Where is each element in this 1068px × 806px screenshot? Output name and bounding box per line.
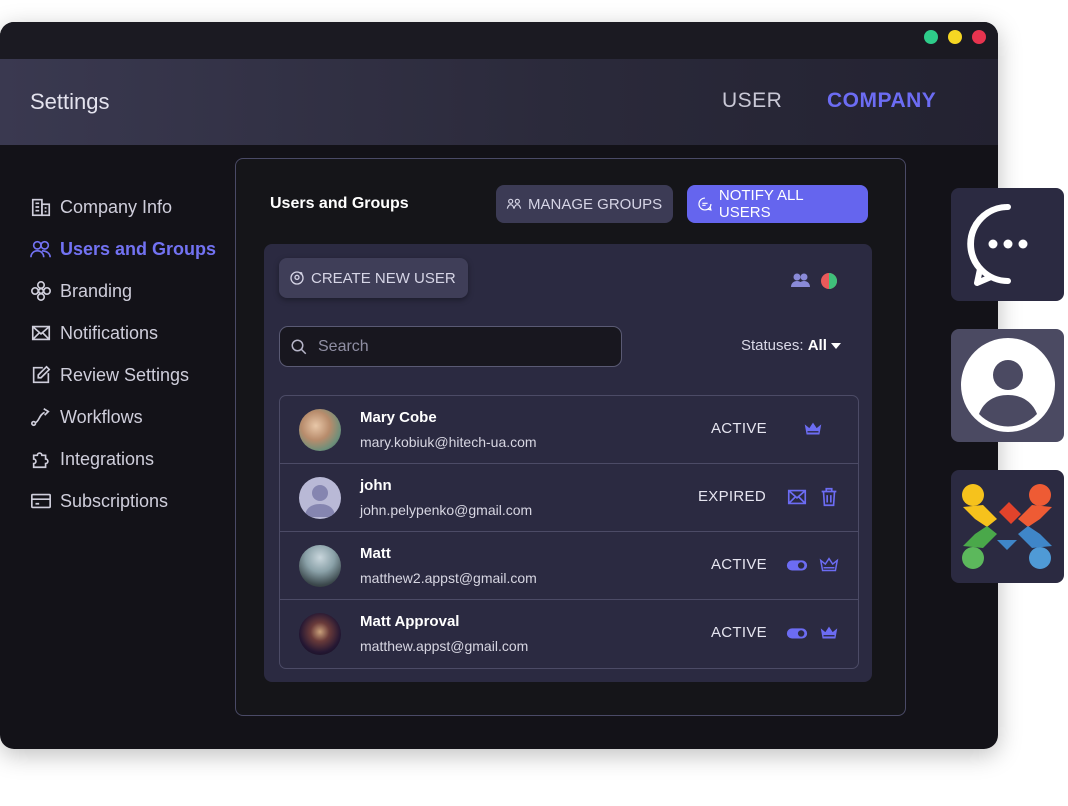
users-card: CREATE NEW USER Statuses: All: [264, 244, 872, 682]
status-badge: ACTIVE: [711, 556, 767, 573]
app-window: Settings USER COMPANY Company Info Users…: [0, 22, 998, 749]
workflow-icon: [31, 408, 50, 427]
puzzle-icon: [32, 452, 49, 469]
crown-icon[interactable]: [818, 622, 840, 644]
search-box[interactable]: [279, 326, 622, 367]
statuses-label: Statuses:: [741, 337, 804, 354]
sidebar-item-integrations[interactable]: Integrations: [30, 438, 216, 480]
panel-title: Users and Groups: [270, 195, 409, 212]
group-icon: [506, 198, 522, 209]
sidebar: Company Info Users and Groups Branding N…: [30, 186, 216, 522]
avatar: [299, 613, 341, 655]
notify-all-label: NOTIFY ALL USERS: [718, 187, 804, 221]
sidebar-item-company-info[interactable]: Company Info: [30, 186, 216, 228]
crown-outline-icon[interactable]: [818, 554, 840, 576]
search-input[interactable]: [316, 336, 610, 357]
page-title: Settings: [30, 89, 110, 114]
team-puzzle-icon: [962, 484, 1052, 569]
tab-user[interactable]: USER: [722, 89, 782, 113]
avatar: [299, 409, 341, 451]
notify-all-users-button[interactable]: NOTIFY ALL USERS: [687, 185, 868, 223]
sidebar-item-notifications[interactable]: Notifications: [30, 312, 216, 354]
tab-company[interactable]: COMPANY: [827, 89, 936, 113]
flower-icon: [31, 281, 51, 301]
team-card[interactable]: [951, 470, 1064, 583]
edit-icon: [32, 365, 51, 384]
table-row[interactable]: john john.pelypenko@gmail.com EXPIRED: [280, 464, 858, 532]
search-icon: [291, 339, 307, 354]
sidebar-item-review-settings[interactable]: Review Settings: [30, 354, 216, 396]
window-dot-red[interactable]: [972, 30, 986, 44]
avatar: [299, 545, 341, 587]
user-profile-icon: [961, 338, 1055, 432]
status-badge: ACTIVE: [711, 624, 767, 641]
chat-bubble-icon: [967, 203, 1028, 286]
trash-icon[interactable]: [818, 486, 840, 508]
table-row[interactable]: Matt Approval matthew.appst@gmail.com AC…: [280, 600, 858, 668]
manage-groups-label: MANAGE GROUPS: [528, 195, 663, 213]
card-icon: [31, 493, 51, 509]
add-user-icon: [290, 271, 304, 285]
building-icon: [31, 198, 51, 217]
sidebar-item-label: Branding: [60, 280, 133, 301]
group-pie-icon: [791, 273, 837, 289]
user-name: Mary Cobe: [360, 409, 437, 426]
user-email: matthew.appst@gmail.com: [360, 638, 529, 654]
statuses-filter[interactable]: Statuses: All: [741, 337, 842, 354]
status-badge: ACTIVE: [711, 420, 767, 437]
users-icon: [30, 240, 51, 258]
toggle-icon[interactable]: [786, 622, 808, 644]
sidebar-item-subscriptions[interactable]: Subscriptions: [30, 480, 216, 522]
user-email: john.pelypenko@gmail.com: [360, 502, 533, 518]
caret-down-icon: [831, 343, 842, 349]
sidebar-item-branding[interactable]: Branding: [30, 270, 216, 312]
table-row[interactable]: Matt matthew2.appst@gmail.com ACTIVE: [280, 532, 858, 600]
sidebar-item-label: Integrations: [60, 448, 155, 469]
group-filter-icons[interactable]: [791, 271, 837, 296]
sidebar-item-label: Users and Groups: [60, 238, 217, 259]
create-new-user-button[interactable]: CREATE NEW USER: [279, 258, 468, 298]
mail-icon: [31, 325, 51, 341]
user-name: john: [360, 477, 392, 494]
sidebar-item-label: Subscriptions: [60, 490, 169, 511]
create-user-label: CREATE NEW USER: [311, 269, 456, 287]
profile-card[interactable]: [951, 329, 1064, 442]
sidebar-item-label: Company Info: [60, 196, 173, 217]
users-groups-panel: Users and Groups MANAGE GROUPS NOTIFY AL…: [235, 158, 906, 716]
sidebar-item-label: Workflows: [60, 406, 143, 427]
mail-icon[interactable]: [786, 486, 808, 508]
status-badge: EXPIRED: [698, 488, 766, 505]
users-list: Mary Cobe mary.kobiuk@hitech-ua.com ACTI…: [279, 395, 859, 669]
user-email: mary.kobiuk@hitech-ua.com: [360, 434, 537, 450]
avatar: [299, 477, 341, 519]
window-dot-green[interactable]: [924, 30, 938, 44]
statuses-value: All: [807, 337, 827, 354]
sidebar-item-label: Review Settings: [60, 364, 190, 385]
message-icon: [698, 197, 712, 211]
sidebar-item-label: Notifications: [60, 322, 159, 343]
chat-card[interactable]: [951, 188, 1064, 301]
toggle-icon[interactable]: [786, 554, 808, 576]
window-dot-yellow[interactable]: [948, 30, 962, 44]
sidebar-item-users-and-groups[interactable]: Users and Groups: [30, 228, 216, 270]
table-row[interactable]: Mary Cobe mary.kobiuk@hitech-ua.com ACTI…: [280, 396, 858, 464]
title-bar: [0, 22, 998, 59]
user-email: matthew2.appst@gmail.com: [360, 570, 537, 586]
settings-header: Settings USER COMPANY: [0, 59, 998, 145]
manage-groups-button[interactable]: MANAGE GROUPS: [496, 185, 673, 223]
user-name: Matt Approval: [360, 613, 460, 630]
crown-icon[interactable]: [802, 418, 824, 440]
user-name: Matt: [360, 545, 391, 562]
sidebar-item-workflows[interactable]: Workflows: [30, 396, 216, 438]
